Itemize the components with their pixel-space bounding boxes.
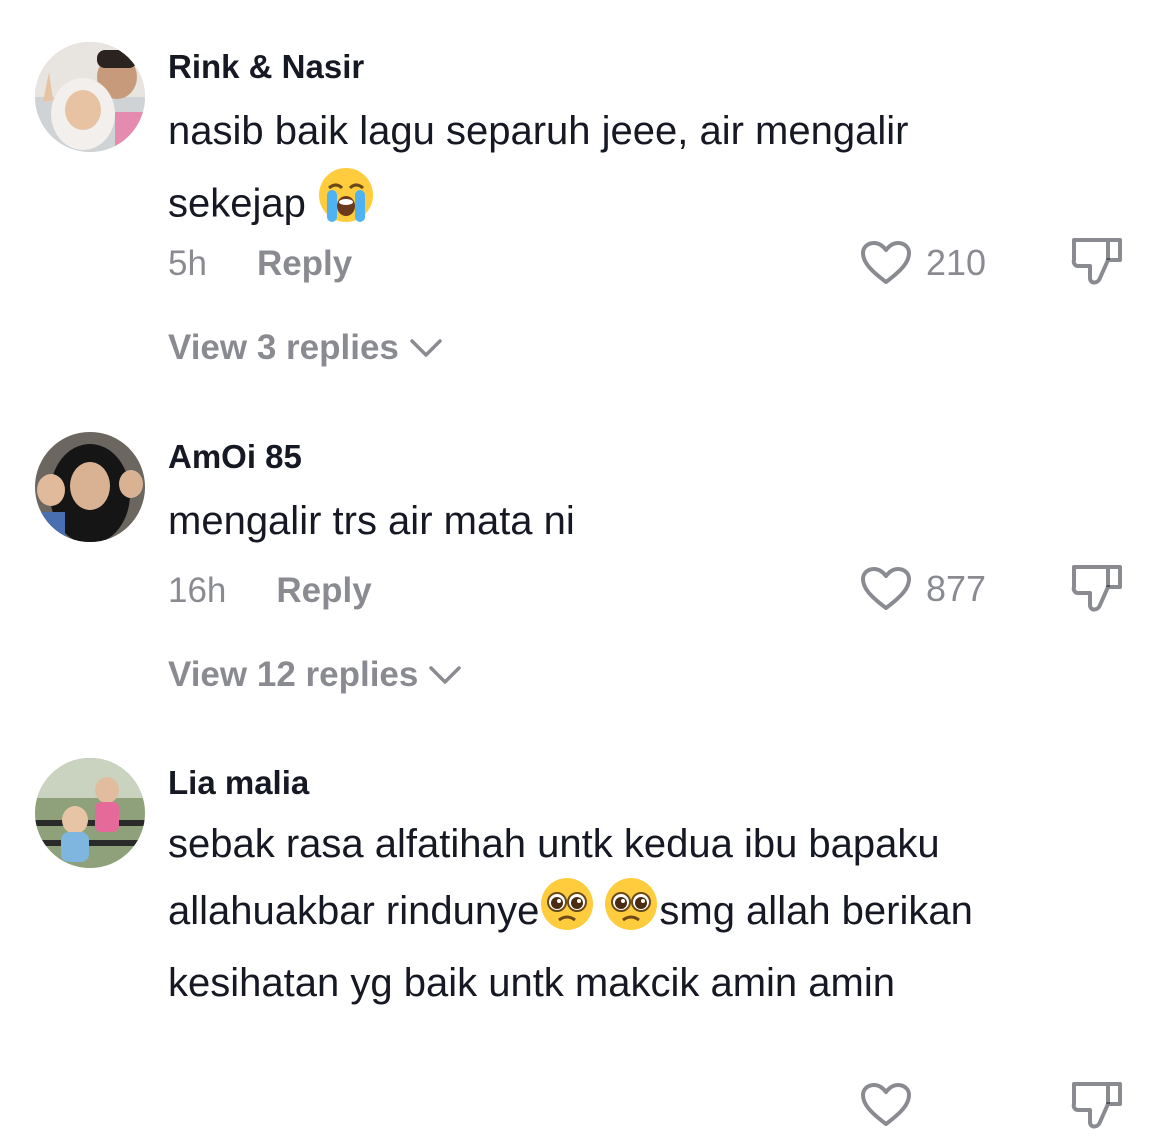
dislike-button[interactable] <box>1070 1080 1126 1139</box>
avatar[interactable] <box>35 758 145 868</box>
avatar[interactable] <box>35 432 145 542</box>
comment-username[interactable]: Lia malia <box>168 764 309 802</box>
comment-time: 16h <box>168 571 227 610</box>
view-replies-button[interactable]: View 12 replies <box>168 655 462 695</box>
heart-icon <box>861 567 911 610</box>
view-replies-button[interactable]: View 3 replies <box>168 328 443 368</box>
thumbs-down-icon <box>1071 1082 1122 1129</box>
chevron-down-icon <box>429 666 462 684</box>
view-replies-label: View 3 replies <box>168 328 399 367</box>
pleading-face-icon <box>539 876 595 951</box>
heart-icon <box>861 1083 911 1126</box>
heart-icon <box>861 241 911 284</box>
view-replies-label: View 12 replies <box>168 655 419 694</box>
like-button[interactable]: 210 <box>860 240 986 286</box>
dislike-button[interactable] <box>1070 563 1126 622</box>
dislike-button[interactable] <box>1070 236 1126 295</box>
reply-button[interactable]: Reply <box>257 244 352 284</box>
comment-meta: 5h Reply <box>168 244 352 284</box>
comment-text: sebak rasa alfatihah untk kedua ibu bapa… <box>168 812 1008 1015</box>
like-button[interactable] <box>860 1082 912 1128</box>
avatar[interactable] <box>35 42 145 152</box>
loudly-crying-face-icon <box>317 166 375 246</box>
like-button[interactable]: 877 <box>860 566 986 612</box>
comment-username[interactable]: Rink & Nasir <box>168 48 364 86</box>
like-count: 210 <box>926 242 987 283</box>
comment-time: 5h <box>168 244 207 283</box>
chevron-down-icon <box>410 339 442 357</box>
thumbs-down-icon <box>1071 565 1122 612</box>
comment-text: mengalir trs air mata ni <box>168 499 575 543</box>
comment-meta: 16h Reply <box>168 571 372 611</box>
like-count: 877 <box>926 568 987 609</box>
comment-username[interactable]: AmOi 85 <box>168 438 302 476</box>
comment-text-body: nasib baik lagu separuh jeee, air mengal… <box>168 109 909 226</box>
reply-button[interactable]: Reply <box>276 571 371 611</box>
pleading-face-icon <box>603 876 659 951</box>
thumbs-down-icon <box>1071 238 1122 285</box>
comment-text: nasib baik lagu separuh jeee, air mengal… <box>168 96 1008 246</box>
